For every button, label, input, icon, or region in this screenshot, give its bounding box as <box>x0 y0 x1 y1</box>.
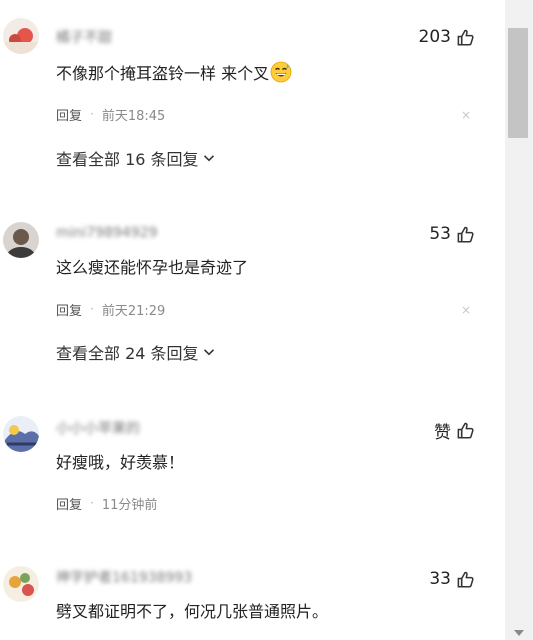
comment-time: 11分钟前 <box>101 497 158 513</box>
scrollbar[interactable] <box>505 0 533 640</box>
comment-meta: 回复 · 前天18:45 <box>56 105 166 124</box>
like-count: 赞 <box>434 422 451 443</box>
scroll-down-arrow-icon[interactable] <box>514 630 524 636</box>
expand-replies-button[interactable]: 查看全部 16 条回复 <box>56 146 216 170</box>
comment-text: 好瘦哦，好羡慕！ <box>56 453 185 472</box>
chevron-down-icon <box>203 349 214 356</box>
thumbs-up-icon[interactable] <box>456 421 475 440</box>
chevron-down-icon <box>203 155 214 162</box>
separator-dot: · <box>90 107 94 121</box>
avatar[interactable] <box>3 566 39 602</box>
scrollbar-thumb[interactable] <box>508 28 528 138</box>
close-icon[interactable]: × <box>461 106 471 124</box>
avatar[interactable] <box>3 222 39 258</box>
comment-time: 前天18:45 <box>101 108 166 124</box>
reply-button[interactable]: 回复 <box>56 105 82 124</box>
like-count: 203 <box>418 27 451 47</box>
expand-replies-label: 查看全部 16 条回复 <box>56 150 199 169</box>
username[interactable]: 橘子不甜 <box>56 30 112 46</box>
avatar[interactable] <box>3 18 39 54</box>
reply-button[interactable]: 回复 <box>56 300 82 319</box>
comment-meta: 回复 · 11分钟前 <box>56 494 158 513</box>
comment-list: 橘子不甜 203 不像那个掩耳盗铃一样 来个叉 回复 · 前天18:45 × 查… <box>0 0 505 640</box>
like-control[interactable]: 203 <box>419 26 475 48</box>
like-count: 33 <box>429 569 451 589</box>
thumbs-up-icon[interactable] <box>456 570 475 589</box>
like-control[interactable]: 33 <box>429 568 475 590</box>
comment-text: 不像那个掩耳盗铃一样 来个叉 <box>56 61 292 85</box>
close-icon[interactable]: × <box>461 301 471 319</box>
username[interactable]: 小小小苹果的 <box>56 421 140 437</box>
expand-replies-label: 查看全部 24 条回复 <box>56 344 199 363</box>
expand-replies-button[interactable]: 查看全部 24 条回复 <box>56 340 216 364</box>
comment-meta: 回复 · 前天21:29 <box>56 300 166 319</box>
thumbs-up-icon[interactable] <box>456 225 475 244</box>
like-count: 53 <box>429 224 451 244</box>
comment-time: 前天21:29 <box>101 303 166 319</box>
avatar[interactable] <box>3 416 39 452</box>
comment-text: 这么瘦还能怀孕也是奇迹了 <box>56 258 249 277</box>
separator-dot: · <box>90 302 94 316</box>
like-control[interactable]: 53 <box>429 223 475 245</box>
username[interactable]: 神字护者161938993 <box>56 570 192 586</box>
grinning-sweat-emoji-icon <box>270 61 292 83</box>
reply-button[interactable]: 回复 <box>56 494 82 513</box>
comment-text-content: 不像那个掩耳盗铃一样 来个叉 <box>56 64 270 83</box>
comment-text: 劈叉都证明不了，何况几张普通照片。 <box>56 602 329 621</box>
separator-dot: · <box>90 496 94 510</box>
like-control[interactable]: 赞 <box>434 419 475 443</box>
username[interactable]: mini79894929 <box>56 225 158 241</box>
thumbs-up-icon[interactable] <box>456 28 475 47</box>
